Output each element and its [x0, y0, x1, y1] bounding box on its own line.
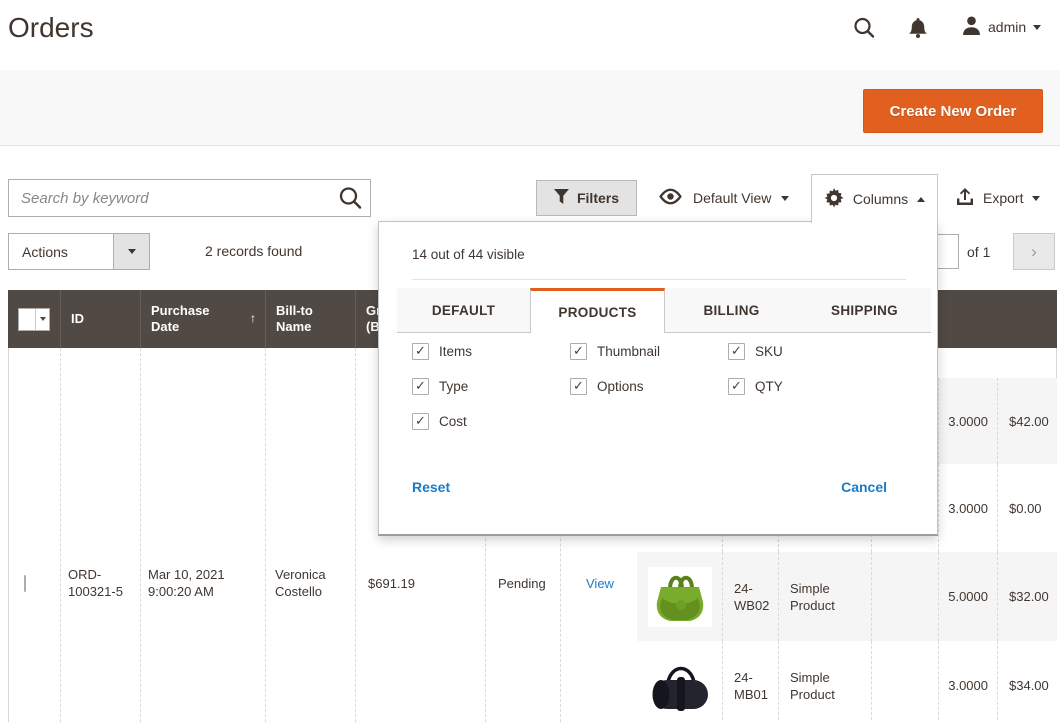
page-title: Orders — [8, 12, 94, 44]
chevron-down-icon — [781, 196, 789, 201]
filters-button[interactable]: Filters — [536, 180, 637, 216]
green-tote-bag-thumbnail — [648, 567, 712, 627]
checkbox-thumbnail[interactable]: Thumbnail — [570, 343, 728, 360]
chevron-down-icon — [1032, 196, 1040, 201]
black-duffel-bag-thumbnail — [648, 656, 712, 716]
product-row: 24-MB01 Simple Product 3.0000 $34.00 — [637, 641, 1057, 722]
product-cost: $34.00 — [997, 641, 1057, 722]
checkbox-checked-icon[interactable] — [412, 378, 429, 395]
filter-funnel-icon — [554, 189, 569, 207]
product-options — [871, 552, 938, 641]
select-all-dropdown[interactable] — [18, 308, 50, 331]
eye-icon — [658, 188, 683, 208]
columns-label: Columns — [853, 191, 908, 207]
gear-icon — [824, 188, 844, 211]
order-grand-total-cell: $691.19 — [368, 575, 415, 592]
checkbox-checked-icon[interactable] — [412, 343, 429, 360]
filters-label: Filters — [577, 190, 619, 206]
admin-user-menu[interactable]: admin — [962, 16, 1041, 38]
tab-products[interactable]: PRODUCTS — [530, 288, 665, 333]
order-view-link[interactable]: View — [586, 575, 614, 592]
panel-divider — [412, 279, 906, 280]
row-checkbox[interactable] — [24, 575, 26, 592]
header-bill-to-name[interactable]: Bill-to Name — [265, 290, 355, 348]
product-row: 24-WB02 Simple Product 5.0000 $32.00 — [637, 552, 1057, 641]
checkbox-checked-icon[interactable] — [728, 343, 745, 360]
search-input[interactable] — [9, 190, 330, 207]
order-purchase-date-cell: Mar 10, 2021 9:00:20 AM — [148, 566, 250, 600]
select-all-header-cell — [8, 290, 60, 348]
columns-visible-summary: 14 out of 44 visible — [412, 247, 525, 262]
order-id-cell: ORD-100321-5 — [68, 566, 130, 600]
product-cost: $32.00 — [997, 552, 1057, 641]
default-view-label: Default View — [693, 190, 771, 206]
order-row-select — [24, 575, 26, 592]
product-qty: 3.0000 — [938, 641, 997, 722]
export-upload-icon — [956, 188, 974, 209]
select-all-checkbox[interactable] — [19, 309, 35, 330]
checkbox-checked-icon[interactable] — [728, 378, 745, 395]
chevron-down-icon — [1033, 25, 1041, 30]
records-found-text: 2 records found — [205, 243, 302, 259]
header-id[interactable]: ID — [60, 290, 140, 348]
product-sku: 24-MB01 — [722, 641, 778, 722]
product-qty: 3.0000 — [938, 378, 997, 464]
checkbox-type[interactable]: Type — [412, 378, 570, 395]
actions-dropdown[interactable]: Actions — [8, 233, 150, 270]
next-page-icon: › — [1031, 242, 1037, 262]
order-bill-to-cell: Veronica Costello — [275, 566, 341, 600]
product-type: Simple Product — [778, 552, 871, 641]
export-button[interactable]: Export — [950, 180, 1046, 216]
actions-label: Actions — [9, 234, 113, 269]
tab-default[interactable]: DEFAULT — [397, 288, 530, 333]
checkbox-options[interactable]: Options — [570, 378, 728, 395]
pagination-of-label: of 1 — [967, 244, 990, 260]
order-status-cell: Pending — [498, 575, 546, 592]
product-qty: 5.0000 — [938, 552, 997, 641]
select-all-arrow-icon — [35, 309, 49, 330]
notifications-bell-icon[interactable] — [906, 16, 930, 40]
column-checkbox-grid: Items Thumbnail SKU Type Options QTY Cos… — [412, 343, 886, 430]
product-sku: 24-WB02 — [722, 552, 778, 641]
search-submit-icon[interactable] — [330, 180, 370, 216]
checkbox-cost[interactable]: Cost — [412, 413, 570, 430]
reset-link[interactable]: Reset — [412, 479, 450, 495]
actions-dropdown-arrow — [113, 234, 149, 269]
checkbox-checked-icon[interactable] — [412, 413, 429, 430]
checkbox-sku[interactable]: SKU — [728, 343, 886, 360]
header-purchase-date[interactable]: Purchase Date ↑ — [140, 290, 265, 348]
sort-ascending-icon: ↑ — [250, 310, 256, 326]
next-page-button[interactable]: › — [1013, 233, 1055, 270]
columns-panel-tabs: DEFAULT PRODUCTS BILLING SHIPPING — [397, 288, 931, 333]
product-options — [871, 641, 938, 722]
global-search-icon[interactable] — [852, 16, 876, 40]
default-view-button[interactable]: Default View — [652, 180, 795, 216]
tab-shipping[interactable]: SHIPPING — [798, 288, 931, 333]
checkbox-items[interactable]: Items — [412, 343, 570, 360]
cancel-link[interactable]: Cancel — [841, 479, 887, 495]
export-label: Export — [983, 190, 1023, 206]
checkbox-qty[interactable]: QTY — [728, 378, 886, 395]
product-qty: 3.0000 — [938, 464, 997, 552]
columns-button[interactable]: Columns — [811, 174, 938, 223]
checkbox-checked-icon[interactable] — [570, 378, 587, 395]
checkbox-checked-icon[interactable] — [570, 343, 587, 360]
admin-username: admin — [988, 19, 1026, 35]
columns-panel: 14 out of 44 visible DEFAULT PRODUCTS BI… — [378, 221, 938, 536]
product-cost: $42.00 — [997, 378, 1057, 464]
tab-billing[interactable]: BILLING — [665, 288, 798, 333]
product-type: Simple Product — [778, 641, 871, 722]
user-icon — [962, 16, 981, 38]
chevron-up-icon — [917, 197, 925, 202]
create-new-order-button[interactable]: Create New Order — [863, 89, 1043, 133]
product-cost: $0.00 — [997, 464, 1057, 552]
keyword-search-box — [8, 179, 371, 217]
